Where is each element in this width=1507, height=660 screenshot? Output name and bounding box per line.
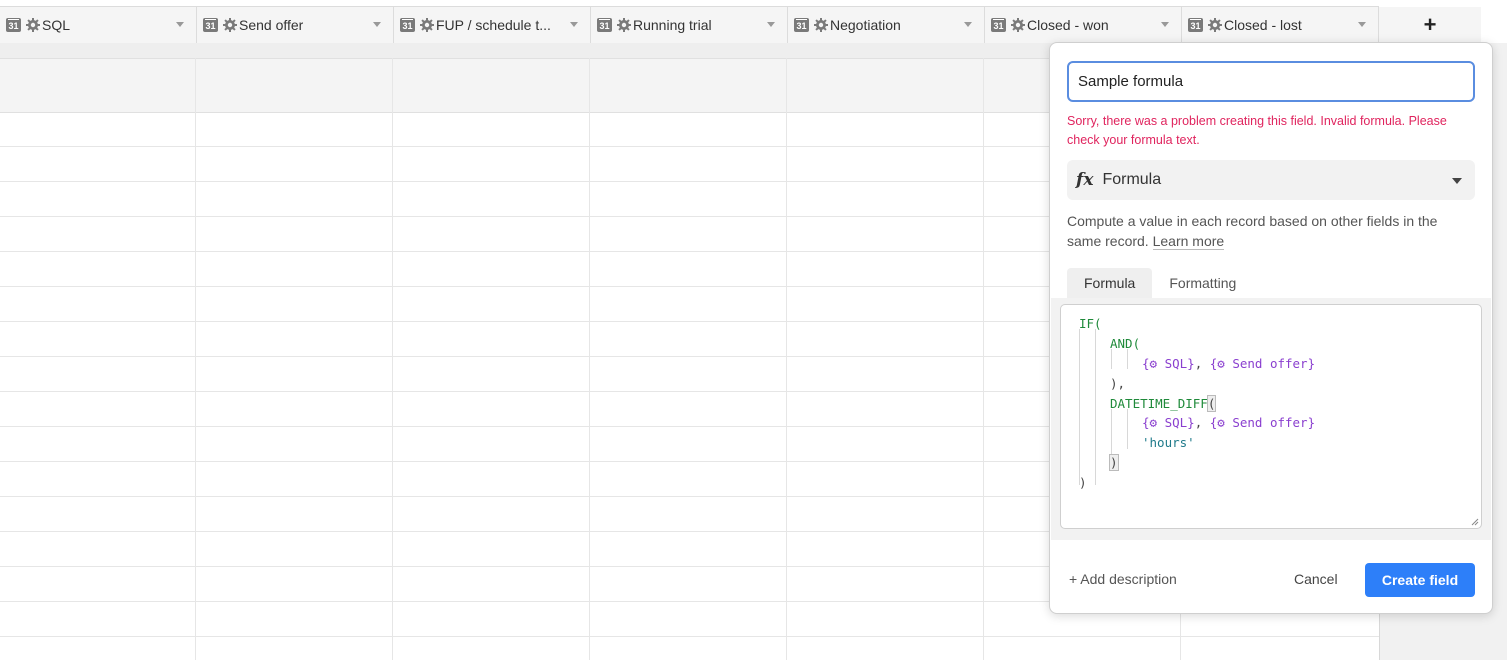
column-divider bbox=[589, 58, 590, 660]
column-label: Closed - won bbox=[1027, 17, 1109, 33]
resize-handle-icon[interactable] bbox=[1471, 518, 1479, 526]
column-label: Negotiation bbox=[830, 17, 901, 33]
chevron-down-icon[interactable] bbox=[570, 22, 578, 27]
cancel-button[interactable]: Cancel bbox=[1294, 571, 1338, 587]
create-field-dialog: Sorry, there was a problem creating this… bbox=[1049, 42, 1493, 614]
chevron-down-icon bbox=[1452, 178, 1462, 184]
column-header-sql[interactable]: 31 SQL bbox=[0, 7, 197, 43]
calendar-icon: 31 bbox=[6, 18, 21, 32]
calendar-icon: 31 bbox=[794, 18, 809, 32]
field-reference: {⚙ SQL} bbox=[1142, 356, 1195, 371]
field-name-input[interactable] bbox=[1067, 61, 1475, 102]
row-divider bbox=[0, 636, 1379, 637]
create-field-button[interactable]: Create field bbox=[1365, 563, 1475, 597]
code-token: ) bbox=[1079, 475, 1087, 490]
column-label: Send offer bbox=[239, 17, 304, 33]
column-header-send-offer[interactable]: 31 Send offer bbox=[197, 7, 394, 43]
code-token: ( bbox=[1206, 395, 1217, 412]
column-label: Running trial bbox=[633, 17, 712, 33]
calendar-icon: 31 bbox=[991, 18, 1006, 32]
column-header-fup[interactable]: 31 FUP / schedule t... bbox=[394, 7, 591, 43]
column-label: SQL bbox=[42, 17, 71, 33]
column-header-negotiation[interactable]: 31 Negotiation bbox=[788, 7, 985, 43]
column-header-running-trial[interactable]: 31 Running trial bbox=[591, 7, 788, 43]
field-reference: {⚙ Send offer} bbox=[1209, 415, 1316, 430]
code-token: , bbox=[1194, 415, 1210, 430]
column-divider bbox=[786, 58, 787, 660]
field-reference: {⚙ SQL} bbox=[1142, 415, 1195, 430]
gear-icon bbox=[223, 18, 237, 32]
field-reference: {⚙ Send offer} bbox=[1209, 356, 1316, 371]
field-type-description: Compute a value in each record based on … bbox=[1067, 211, 1472, 251]
gear-icon bbox=[1208, 18, 1222, 32]
gear-icon bbox=[814, 18, 828, 32]
indent-guide bbox=[1127, 409, 1128, 449]
chevron-down-icon[interactable] bbox=[1161, 22, 1169, 27]
gear-icon bbox=[26, 18, 40, 32]
editor-area: IF( AND( {⚙ SQL}, {⚙ Send offer} ), DATE… bbox=[1051, 298, 1491, 540]
column-divider bbox=[983, 58, 984, 660]
column-label: Closed - lost bbox=[1224, 17, 1302, 33]
indent-guide bbox=[1079, 329, 1080, 485]
column-header-row: 31 SQL 31 Send offer 31 FUP / schedule t… bbox=[0, 6, 1379, 44]
gear-icon bbox=[1011, 18, 1025, 32]
column-label: FUP / schedule t... bbox=[436, 17, 551, 33]
error-message: Sorry, there was a problem creating this… bbox=[1067, 114, 1447, 147]
formula-tabs: Formula Formatting bbox=[1067, 268, 1253, 298]
code-token: ), bbox=[1110, 376, 1126, 391]
formula-icon: fx bbox=[1076, 170, 1094, 190]
add-column-button[interactable]: + bbox=[1379, 7, 1481, 43]
indent-guide bbox=[1095, 329, 1096, 485]
calendar-icon: 31 bbox=[203, 18, 218, 32]
chevron-down-icon[interactable] bbox=[176, 22, 184, 27]
chevron-down-icon[interactable] bbox=[964, 22, 972, 27]
field-type-label: Formula bbox=[1102, 171, 1162, 188]
gear-icon bbox=[617, 18, 631, 32]
column-divider bbox=[195, 58, 196, 660]
calendar-icon: 31 bbox=[597, 18, 612, 32]
chevron-down-icon[interactable] bbox=[1358, 22, 1366, 27]
gear-icon bbox=[420, 18, 434, 32]
code-token: 'hours' bbox=[1142, 435, 1195, 450]
column-header-closed-won[interactable]: 31 Closed - won bbox=[985, 7, 1182, 43]
tab-formatting[interactable]: Formatting bbox=[1152, 268, 1253, 298]
description-text: Compute a value in each record based on … bbox=[1067, 213, 1438, 249]
tab-formula[interactable]: Formula bbox=[1067, 268, 1153, 298]
code-token: AND( bbox=[1110, 336, 1141, 351]
field-type-select[interactable]: fx Formula bbox=[1067, 160, 1475, 200]
calendar-icon: 31 bbox=[1188, 18, 1203, 32]
column-divider bbox=[392, 58, 393, 660]
formula-editor[interactable]: IF( AND( {⚙ SQL}, {⚙ Send offer} ), DATE… bbox=[1060, 304, 1482, 529]
code-token: ) bbox=[1109, 454, 1119, 471]
dialog-footer: + Add description Cancel Create field bbox=[1050, 540, 1492, 614]
column-header-closed-lost[interactable]: 31 Closed - lost bbox=[1182, 7, 1379, 43]
chevron-down-icon[interactable] bbox=[767, 22, 775, 27]
code-token: DATETIME_DIFF bbox=[1110, 396, 1208, 411]
chevron-down-icon[interactable] bbox=[373, 22, 381, 27]
calendar-icon: 31 bbox=[400, 18, 415, 32]
add-description-button[interactable]: + Add description bbox=[1069, 571, 1177, 587]
code-token: IF( bbox=[1079, 316, 1102, 331]
learn-more-link[interactable]: Learn more bbox=[1152, 233, 1225, 250]
code-token: , bbox=[1194, 356, 1210, 371]
